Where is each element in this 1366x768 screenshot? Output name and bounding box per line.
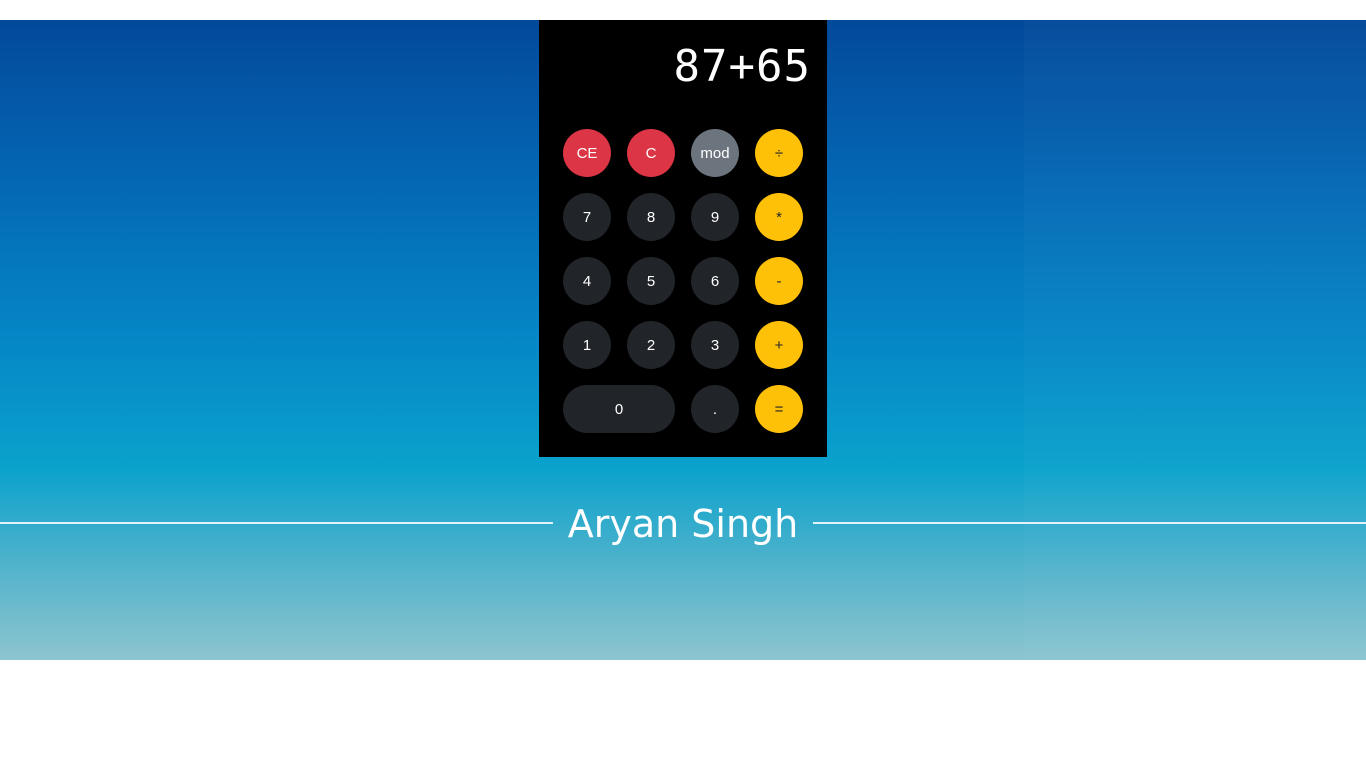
digit-0-button[interactable]: 0: [563, 385, 675, 433]
digit-5-button[interactable]: 5: [627, 257, 675, 305]
decimal-point-button[interactable]: .: [691, 385, 739, 433]
digit-4-button[interactable]: 4: [563, 257, 611, 305]
digit-7-button[interactable]: 7: [563, 193, 611, 241]
mod-button[interactable]: mod: [691, 129, 739, 177]
minus-button[interactable]: -: [755, 257, 803, 305]
digit-3-button[interactable]: 3: [691, 321, 739, 369]
digit-9-button[interactable]: 9: [691, 193, 739, 241]
background-panel: [1024, 20, 1366, 660]
calculator: 87+65 CE C mod ÷ 7 8 9 * 4 5 6 - 1 2 3 +…: [539, 20, 827, 457]
digit-6-button[interactable]: 6: [691, 257, 739, 305]
digit-1-button[interactable]: 1: [563, 321, 611, 369]
divide-button[interactable]: ÷: [755, 129, 803, 177]
plus-button[interactable]: +: [755, 321, 803, 369]
author-name: Aryan Singh: [567, 502, 799, 546]
digit-8-button[interactable]: 8: [627, 193, 675, 241]
multiply-button[interactable]: *: [755, 193, 803, 241]
footer-divider-left: [0, 522, 553, 524]
digit-2-button[interactable]: 2: [627, 321, 675, 369]
calculator-display: 87+65: [673, 41, 811, 92]
clear-entry-button[interactable]: CE: [563, 129, 611, 177]
clear-button[interactable]: C: [627, 129, 675, 177]
equals-button[interactable]: =: [755, 385, 803, 433]
footer-divider-right: [813, 522, 1366, 524]
